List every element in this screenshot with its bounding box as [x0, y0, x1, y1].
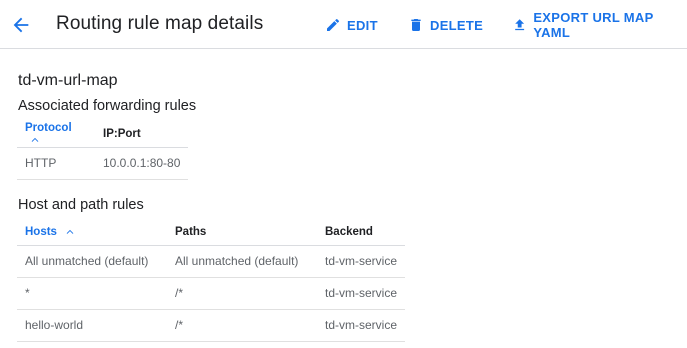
arrow-back-icon[interactable]	[10, 14, 32, 36]
upload-icon	[515, 19, 525, 31]
cell-backend: td-vm-service	[317, 245, 406, 278]
column-label: Paths	[175, 225, 207, 238]
arrow-up-icon	[66, 229, 74, 234]
host-path-rules-heading: Host and path rules	[18, 197, 144, 213]
forwarding-rules-table: Protocol IP:Port HTTP 10.0.0.1:80-80	[17, 121, 189, 180]
cell-hosts: *	[17, 277, 167, 310]
export-yaml-button[interactable]: EXPORT URL MAP YAML	[512, 10, 687, 40]
column-header-ip-port[interactable]: IP:Port	[95, 121, 189, 148]
forwarding-rules-heading: Associated forwarding rules	[18, 98, 197, 114]
host-path-rules-table: Hosts Paths Backend All unmatched (defau…	[17, 219, 406, 342]
delete-label: DELETE	[430, 17, 484, 33]
column-label: Hosts	[25, 225, 57, 238]
cell-paths: All unmatched (default)	[167, 245, 317, 278]
table-row: hello-world /* td-vm-service	[17, 309, 406, 342]
column-header-backend[interactable]: Backend	[317, 219, 406, 246]
cell-ip-port: 10.0.0.1:80-80	[95, 147, 189, 180]
column-label: Backend	[325, 225, 373, 238]
column-header-protocol[interactable]: Protocol	[17, 121, 95, 148]
delete-button[interactable]: DELETE	[408, 16, 483, 34]
cell-protocol: HTTP	[17, 147, 95, 180]
page-title: Routing rule map details	[56, 13, 264, 34]
edit-label: EDIT	[347, 17, 378, 33]
cell-hosts: hello-world	[17, 309, 167, 342]
page-header: Routing rule map details EDIT DELETE EXP…	[0, 0, 687, 49]
arrow-up-icon	[31, 137, 39, 142]
column-label: Protocol	[25, 121, 72, 134]
cell-hosts: All unmatched (default)	[17, 245, 167, 278]
column-header-hosts[interactable]: Hosts	[17, 219, 167, 246]
table-row: * /* td-vm-service	[17, 277, 406, 310]
column-header-paths[interactable]: Paths	[167, 219, 317, 246]
cell-backend: td-vm-service	[317, 277, 406, 310]
table-row: All unmatched (default) All unmatched (d…	[17, 245, 406, 278]
column-label: IP:Port	[103, 127, 141, 140]
url-map-name: td-vm-url-map	[18, 72, 118, 89]
table-row: HTTP 10.0.0.1:80-80	[17, 147, 189, 180]
cell-paths: /*	[167, 277, 317, 310]
pencil-icon	[327, 18, 340, 31]
cell-paths: /*	[167, 309, 317, 342]
export-label: EXPORT URL MAP YAML	[533, 10, 654, 40]
edit-button[interactable]: EDIT	[325, 16, 378, 34]
cell-backend: td-vm-service	[317, 309, 406, 342]
trash-icon	[411, 19, 421, 31]
